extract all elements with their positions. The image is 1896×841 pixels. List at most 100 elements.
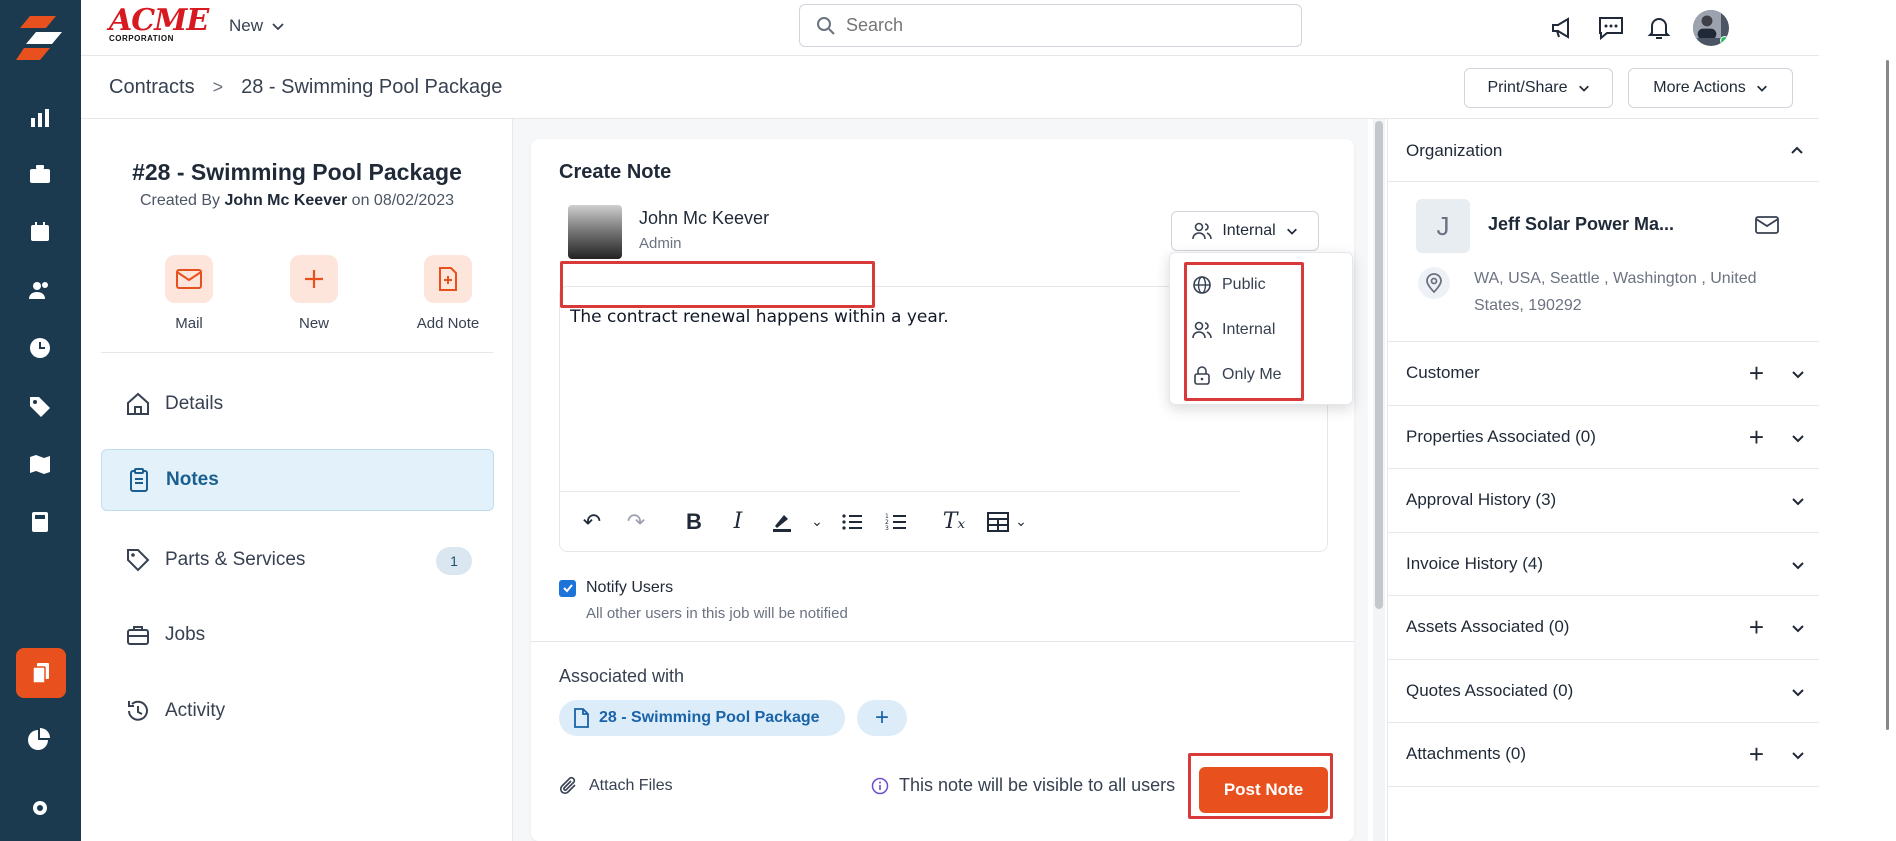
add-note-action-button[interactable]: Add Note (393, 255, 503, 332)
chevron-down-icon[interactable]: ⌄ (810, 506, 824, 538)
clock-icon[interactable] (20, 328, 60, 368)
top-icons (1549, 10, 1729, 46)
add-icon[interactable]: + (1749, 358, 1764, 389)
organization-name[interactable]: Jeff Solar Power Ma... (1488, 214, 1674, 235)
new-action-button[interactable]: New (259, 255, 369, 332)
numbered-list-icon[interactable]: 123 (880, 506, 912, 538)
breadcrumb-current: 28 - Swimming Pool Package (241, 76, 503, 98)
more-actions-button[interactable]: More Actions (1628, 68, 1793, 108)
attach-files-button[interactable]: Attach Files (559, 776, 673, 796)
section-quotes-associated-0[interactable]: Quotes Associated (0) (1388, 660, 1820, 723)
chevron-down-icon[interactable] (1790, 684, 1806, 700)
main-scrollbar[interactable] (1373, 119, 1385, 841)
visibility-value: Internal (1222, 222, 1276, 239)
nav-parts-services[interactable]: Parts & Services 1 (101, 529, 494, 591)
chevron-down-icon (1578, 85, 1589, 92)
chevron-down-icon[interactable] (1790, 620, 1806, 636)
visibility-select[interactable]: Internal (1171, 211, 1319, 251)
section-properties-associated-0[interactable]: Properties Associated (0) + (1388, 406, 1820, 469)
parts-services-count-badge: 1 (436, 547, 472, 575)
map-icon[interactable] (20, 444, 60, 484)
new-menu[interactable]: New (229, 16, 285, 36)
record-creator: John Mc Keever (224, 192, 348, 209)
divider (531, 641, 1354, 642)
chevron-up-icon[interactable] (1789, 143, 1805, 159)
calendar-icon[interactable] (20, 212, 60, 252)
note-body-text[interactable]: The contract renewal happens within a ye… (570, 307, 949, 327)
bullet-list-icon[interactable] (836, 506, 868, 538)
record-title: #28 - Swimming Pool Package (132, 159, 462, 185)
add-icon[interactable]: + (1749, 422, 1764, 453)
nav-details[interactable]: Details (101, 373, 494, 435)
section-assets-associated-0[interactable]: Assets Associated (0) + (1388, 596, 1820, 660)
clear-format-icon[interactable]: Tₓ (938, 506, 970, 538)
nav-jobs[interactable]: Jobs (101, 604, 494, 666)
chat-icon[interactable] (1597, 14, 1625, 42)
bold-icon[interactable]: B (678, 506, 710, 538)
highlight-icon[interactable] (766, 506, 798, 538)
chevron-down-icon[interactable] (1790, 493, 1806, 509)
print-share-label: Print/Share (1487, 79, 1568, 96)
create-note-title: Create Note (559, 161, 672, 183)
app-logo-icon[interactable] (16, 14, 64, 64)
settings-icon[interactable] (20, 788, 60, 828)
announcement-icon[interactable] (1549, 14, 1577, 42)
add-icon[interactable]: + (1749, 612, 1764, 643)
user-avatar[interactable] (1693, 10, 1729, 46)
reports-icon[interactable] (20, 98, 60, 138)
mail-icon[interactable] (1755, 216, 1779, 234)
chevron-down-icon[interactable] (1790, 366, 1806, 382)
chevron-down-icon[interactable] (1790, 430, 1806, 446)
details-sidebar: Organization J Jeff Solar Power Ma... WA… (1387, 119, 1820, 841)
search-box[interactable] (799, 4, 1302, 47)
checkbox-checked-icon[interactable] (559, 579, 576, 597)
chevron-down-icon[interactable]: ⌄ (1014, 506, 1028, 538)
clipboard-icon (130, 468, 148, 492)
table-icon[interactable] (982, 506, 1014, 538)
chevron-down-icon[interactable] (1790, 747, 1806, 763)
search-input[interactable] (846, 15, 1266, 36)
undo-icon[interactable]: ↶ (576, 506, 608, 538)
italic-icon[interactable]: I (722, 506, 754, 538)
calculator-icon[interactable] (20, 502, 60, 542)
plus-icon (305, 270, 323, 288)
chevron-down-icon[interactable] (1790, 557, 1806, 573)
organization-address: WA, USA, Seattle , Washington , United S… (1474, 270, 1757, 314)
scrollbar-thumb[interactable] (1375, 121, 1383, 609)
section-invoice-history-4[interactable]: Invoice History (4) (1388, 533, 1820, 596)
window-margin (1819, 0, 1896, 841)
notify-users-label: Notify Users (586, 579, 674, 596)
nav-notes[interactable]: Notes (101, 449, 494, 511)
section-label: Quotes Associated (0) (1406, 680, 1574, 700)
nav-activity[interactable]: Activity (101, 680, 494, 742)
section-label: Invoice History (4) (1406, 553, 1543, 573)
notify-users-checkbox[interactable]: Notify Users (559, 579, 673, 597)
customers-icon[interactable] (20, 270, 60, 310)
breadcrumb-separator: > (212, 77, 224, 97)
section-label: Attachments (0) (1406, 744, 1526, 763)
section-customer[interactable]: Customer + (1388, 342, 1820, 406)
tag-icon[interactable] (20, 386, 60, 426)
redo-icon[interactable]: ↷ (620, 506, 652, 538)
post-note-highlight (1188, 753, 1333, 819)
section-attachments-0[interactable]: Attachments (0) + (1388, 723, 1820, 787)
print-share-button[interactable]: Print/Share (1464, 68, 1613, 108)
contracts-icon[interactable] (16, 648, 66, 698)
mail-action-button[interactable]: Mail (134, 255, 244, 332)
analytics-icon[interactable] (20, 718, 60, 758)
divider (1388, 181, 1820, 182)
breadcrumb-parent[interactable]: Contracts (109, 76, 195, 99)
briefcase-icon[interactable] (20, 154, 60, 194)
mail-icon (176, 269, 202, 289)
section-approval-history-3[interactable]: Approval History (3) (1388, 469, 1820, 533)
organization-avatar: J (1416, 199, 1470, 253)
breadcrumb: Contracts > 28 - Swimming Pool Package (109, 76, 502, 99)
add-icon[interactable]: + (1749, 739, 1764, 770)
window-scrollbar[interactable] (1886, 60, 1889, 730)
online-status-dot (1720, 36, 1729, 45)
associated-with-title: Associated with (559, 666, 685, 686)
associated-contract-chip[interactable]: 28 - Swimming Pool Package (559, 700, 845, 736)
bell-icon[interactable] (1645, 14, 1673, 42)
company-logo[interactable]: ACME CORPORATION (109, 6, 209, 48)
add-association-button[interactable]: + (857, 700, 907, 736)
